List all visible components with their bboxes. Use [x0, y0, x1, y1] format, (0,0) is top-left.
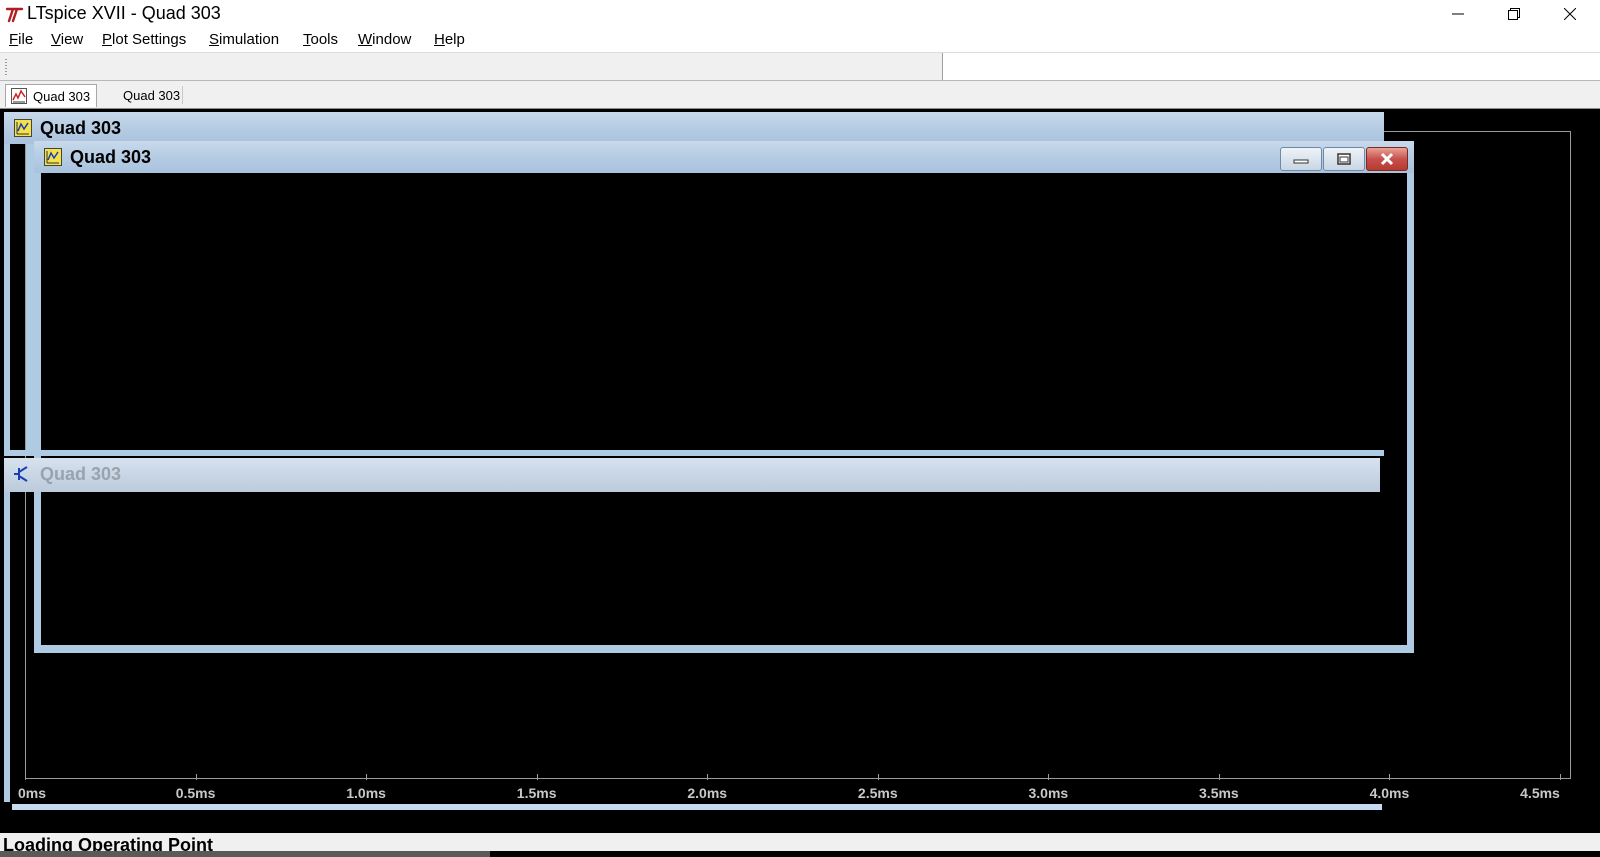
close-icon	[1380, 152, 1394, 166]
x-axis-tick-label: 2.0ms	[687, 785, 728, 801]
maximize-icon	[1337, 153, 1351, 165]
x-axis-tick-label: 1.5ms	[516, 785, 557, 801]
menu-help[interactable]: Help	[434, 31, 465, 48]
status-progress-strip	[0, 851, 1600, 857]
x-axis-tick-label: 0ms	[17, 785, 47, 801]
title-bar: LTspice XVII - Quad 303	[0, 0, 1600, 28]
plot-window-icon	[44, 148, 62, 166]
x-axis-tick	[1218, 774, 1220, 780]
toolbar	[0, 53, 1600, 81]
x-axis-tick	[195, 774, 197, 780]
tab-label: Quad 303	[33, 88, 91, 104]
x-axis-tick	[1560, 774, 1561, 780]
window-border	[4, 112, 10, 456]
minimize-icon	[1293, 159, 1309, 164]
child-window-plot-front[interactable]: Quad 303	[34, 141, 1414, 653]
restore-button[interactable]	[1486, 0, 1542, 28]
tab-separator	[182, 86, 183, 104]
child-minimize-button[interactable]	[1280, 147, 1322, 171]
mdi-client-area: 0ms 0.5ms 1.0ms 1.5ms 2.0ms 2.5ms 3.0ms 3.5ms 4.…	[0, 109, 1600, 833]
window-border	[34, 141, 41, 653]
x-axis-tick-label: 2.5ms	[857, 785, 898, 801]
tab-quad-303-plot[interactable]: Quad 303	[5, 84, 97, 107]
child-title-bar[interactable]: Quad 303	[4, 458, 1380, 492]
document-tab-strip: Quad 303 Quad 303	[0, 82, 1600, 109]
horizontal-scrollbar[interactable]	[12, 804, 1382, 810]
child-maximize-button[interactable]	[1323, 147, 1365, 171]
close-icon	[1564, 8, 1576, 20]
window-title: LTspice XVII - Quad 303	[27, 3, 221, 23]
menu-plot-settings[interactable]: Plot Settings	[102, 31, 186, 48]
menu-bar: File View Plot Settings Simulation Tools…	[0, 28, 1600, 53]
x-axis-tick	[1389, 774, 1391, 780]
window-border	[4, 492, 10, 802]
minimize-button[interactable]	[1430, 0, 1486, 28]
menu-view[interactable]: View	[51, 31, 83, 48]
status-progress-fill	[0, 851, 490, 857]
ltspice-logo-icon	[5, 7, 24, 23]
tab-label: Quad 303	[123, 87, 181, 103]
window-border	[34, 645, 1414, 653]
menu-simulation[interactable]: Simulation	[209, 31, 279, 48]
x-axis-tick-label: 3.0ms	[1028, 785, 1069, 801]
child-title-bar[interactable]: Quad 303	[34, 141, 1414, 173]
x-axis-tick	[25, 774, 26, 780]
x-axis-tick-label: 0.5ms	[175, 785, 216, 801]
minimize-icon	[1452, 13, 1464, 15]
menu-tools[interactable]: Tools	[303, 31, 338, 48]
child-title-bar[interactable]: Quad 303	[4, 112, 1384, 144]
plot-window-icon	[14, 119, 32, 137]
x-axis-tick-label: 1.0ms	[346, 785, 386, 801]
toolbar-grip-handle[interactable]	[5, 59, 7, 75]
x-axis-tick	[536, 774, 538, 780]
tab-quad-303-schematic[interactable]: Quad 303	[123, 84, 183, 106]
x-axis-tick	[877, 774, 879, 780]
x-axis-tick	[1048, 774, 1050, 780]
child-close-button[interactable]	[1366, 147, 1408, 171]
child-title: Quad 303	[70, 147, 152, 167]
waveform-icon	[11, 88, 27, 104]
child-title: Quad 303	[40, 464, 122, 484]
menu-window[interactable]: Window	[358, 31, 411, 48]
window-border	[26, 142, 34, 452]
window-border	[1407, 141, 1414, 653]
child-window-schematic[interactable]: Quad 303	[4, 458, 1380, 492]
child-title: Quad 303	[40, 118, 122, 138]
x-axis-tick-label: 4.0ms	[1369, 785, 1410, 801]
x-axis-tick-label: 3.5ms	[1199, 785, 1239, 801]
x-axis-tick	[707, 774, 709, 780]
toolbar-text-field[interactable]	[942, 53, 1600, 80]
restore-icon	[1508, 8, 1520, 20]
schematic-transistor-icon	[14, 466, 28, 482]
menu-file[interactable]: File	[9, 31, 33, 48]
close-button[interactable]	[1542, 0, 1598, 28]
x-axis-tick-label: 4.5ms	[1520, 785, 1560, 801]
x-axis-tick	[366, 774, 368, 780]
